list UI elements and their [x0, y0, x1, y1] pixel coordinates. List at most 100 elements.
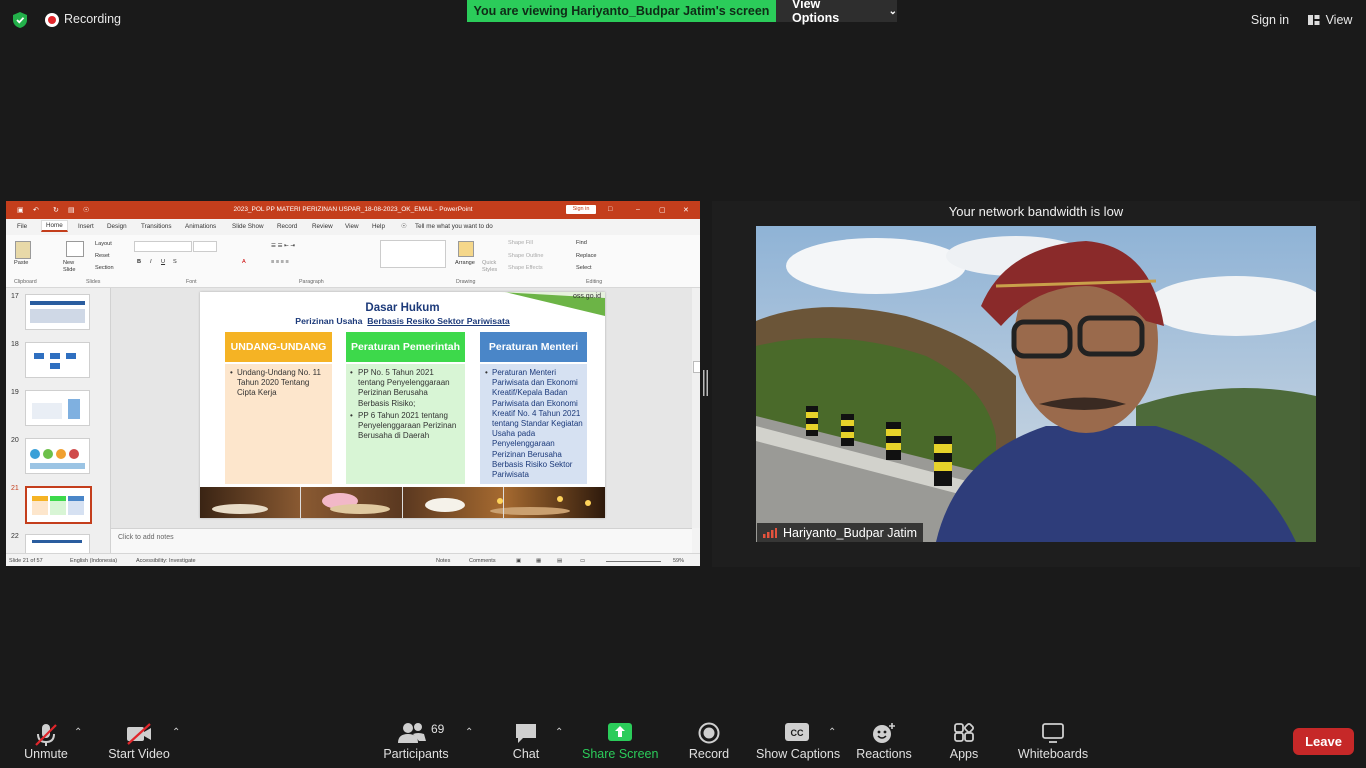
subtitle-text: Perizinan Usaha — [295, 316, 368, 326]
captions-options-caret[interactable]: ⌃ — [828, 727, 836, 738]
slide-thumbnail-18[interactable] — [25, 342, 90, 378]
tab-review[interactable]: Review — [312, 223, 333, 230]
section-button[interactable]: Section — [95, 265, 114, 271]
layout-button[interactable]: Layout — [95, 241, 112, 247]
bullets-icon[interactable]: ☰ ☰ ⇤ ⇥ — [271, 243, 295, 249]
slide-thumbnail-17[interactable] — [25, 294, 90, 330]
view-options-button[interactable]: View Options ⌄ — [776, 0, 897, 25]
participants-count: 69 — [431, 722, 445, 736]
slide-thumbnail-21[interactable] — [25, 486, 92, 524]
start-video-button[interactable]: Start Video — [104, 718, 174, 768]
tab-animations[interactable]: Animations — [185, 223, 216, 230]
shape-outline-button[interactable]: Shape Outline — [508, 253, 543, 259]
maximize-icon[interactable]: ▢ — [659, 206, 666, 214]
paste-label[interactable]: Paste — [14, 260, 28, 266]
show-captions-button[interactable]: CC Show Captions — [756, 718, 840, 768]
reset-button[interactable]: Reset — [95, 253, 110, 259]
column-header-undang-undang: UNDANG-UNDANG — [225, 332, 332, 362]
strike-button[interactable]: S — [173, 259, 177, 265]
participant-video[interactable] — [756, 226, 1316, 542]
splitter-handle[interactable] — [703, 370, 708, 396]
sign-in-button[interactable]: Sign in — [1244, 8, 1296, 32]
current-slide[interactable]: oss.go.id Dasar Hukum Perizinan Usaha Be… — [200, 292, 605, 518]
font-family-select[interactable] — [134, 241, 192, 252]
font-color-button[interactable]: A — [242, 259, 246, 265]
slideshow-view-icon[interactable]: ▭ — [580, 558, 585, 564]
bold-button[interactable]: B — [137, 259, 141, 265]
tab-file[interactable]: File — [17, 223, 27, 230]
apps-button[interactable]: Apps — [944, 718, 984, 768]
unmute-button[interactable]: Unmute — [17, 718, 75, 768]
slide-sorter-icon[interactable]: ▦ — [536, 558, 541, 564]
ribbon-display-icon[interactable]: □ — [608, 206, 612, 213]
close-icon[interactable]: ✕ — [683, 206, 689, 214]
group-slides: Slides — [86, 279, 101, 285]
font-size-select[interactable] — [193, 241, 217, 252]
tab-design[interactable]: Design — [107, 223, 127, 230]
slide-counter: Slide 21 of 57 — [9, 558, 43, 564]
tell-me-search[interactable]: Tell me what you want to do — [415, 223, 493, 230]
tab-record[interactable]: Record — [277, 223, 297, 230]
view-options-label: View Options — [792, 0, 840, 25]
notes-toggle[interactable]: Notes — [436, 558, 450, 564]
shape-effects-button[interactable]: Shape Effects — [508, 265, 543, 271]
tab-home[interactable]: Home — [41, 220, 68, 232]
video-options-caret[interactable]: ⌃ — [172, 727, 180, 738]
view-label: View — [1325, 13, 1353, 27]
recording-icon[interactable] — [45, 13, 59, 27]
reading-view-icon[interactable]: ▤ — [557, 558, 562, 564]
arrange-icon[interactable] — [458, 241, 474, 257]
normal-view-icon[interactable]: ▣ — [516, 558, 521, 564]
slide-thumbnail-20[interactable] — [25, 438, 90, 474]
reactions-button[interactable]: Reactions — [856, 718, 912, 768]
zoom-level[interactable]: 59% — [673, 558, 684, 564]
chat-options-caret[interactable]: ⌃ — [555, 727, 563, 738]
view-button[interactable]: View — [1302, 8, 1358, 32]
ppt-sign-in-button[interactable]: Sign in — [566, 205, 596, 214]
audio-options-caret[interactable]: ⌃ — [74, 727, 82, 738]
replace-button[interactable]: Replace — [576, 253, 597, 259]
find-button[interactable]: Find — [576, 240, 587, 246]
tab-transitions[interactable]: Transitions — [141, 223, 172, 230]
tab-insert[interactable]: Insert — [78, 223, 94, 230]
share-screen-button[interactable]: Share Screen — [582, 718, 658, 768]
slide-thumbnail-19[interactable] — [25, 390, 90, 426]
language-indicator[interactable]: English (Indonesia) — [70, 558, 117, 564]
record-button[interactable]: Record — [686, 718, 732, 768]
security-shield-icon[interactable] — [12, 11, 28, 29]
new-slide-icon[interactable] — [66, 241, 84, 257]
participants-button[interactable]: 69 Participants — [380, 718, 452, 768]
slide-number: 17 — [11, 293, 19, 300]
align-icons[interactable]: ≡ ≡ ≡ ≡ — [271, 259, 289, 265]
column-body-peraturan-menteri: • Peraturan Menteri Pariwisata dan Ekono… — [480, 364, 587, 484]
accessibility-indicator[interactable]: Accessibility: Investigate — [136, 558, 196, 564]
share-screen-label: Share Screen — [582, 747, 659, 761]
notes-pane[interactable]: Click to add notes — [111, 528, 692, 554]
shape-fill-button[interactable]: Shape Fill — [508, 240, 533, 246]
slide-scrollbar[interactable] — [692, 288, 700, 528]
slide-thumbnails-pane[interactable]: 17 18 19 20 21 22 — [6, 288, 111, 556]
new-slide-label[interactable]: New Slide — [63, 260, 81, 274]
shapes-gallery[interactable] — [380, 240, 446, 268]
paste-icon[interactable] — [15, 241, 31, 259]
whiteboards-button[interactable]: Whiteboards — [1016, 718, 1090, 768]
minimize-icon[interactable]: – — [636, 206, 640, 213]
notes-placeholder[interactable]: Click to add notes — [118, 534, 174, 541]
tab-slide-show[interactable]: Slide Show — [232, 223, 264, 230]
recording-label[interactable]: Recording — [64, 12, 121, 26]
shared-screen[interactable]: ▣ ↶ ↻ ▤ ☉ 2023_POL PP MATERI PERIZINAN U… — [6, 201, 700, 566]
italic-button[interactable]: I — [150, 259, 152, 265]
smiley-icon — [873, 723, 895, 743]
participants-options-caret[interactable]: ⌃ — [465, 727, 473, 738]
quick-styles-label[interactable]: Quick Styles — [482, 260, 500, 274]
column-body-undang-undang: • Undang-Undang No. 11 Tahun 2020 Tentan… — [225, 364, 332, 484]
tab-view[interactable]: View — [345, 223, 359, 230]
select-button[interactable]: Select — [576, 265, 592, 271]
underline-button[interactable]: U — [161, 259, 165, 265]
zoom-slider[interactable] — [606, 561, 661, 562]
chat-button[interactable]: Chat — [504, 718, 548, 768]
tab-help[interactable]: Help — [372, 223, 385, 230]
comments-toggle[interactable]: Comments — [469, 558, 496, 564]
arrange-label[interactable]: Arrange — [455, 260, 475, 266]
leave-button[interactable]: Leave — [1293, 728, 1354, 755]
